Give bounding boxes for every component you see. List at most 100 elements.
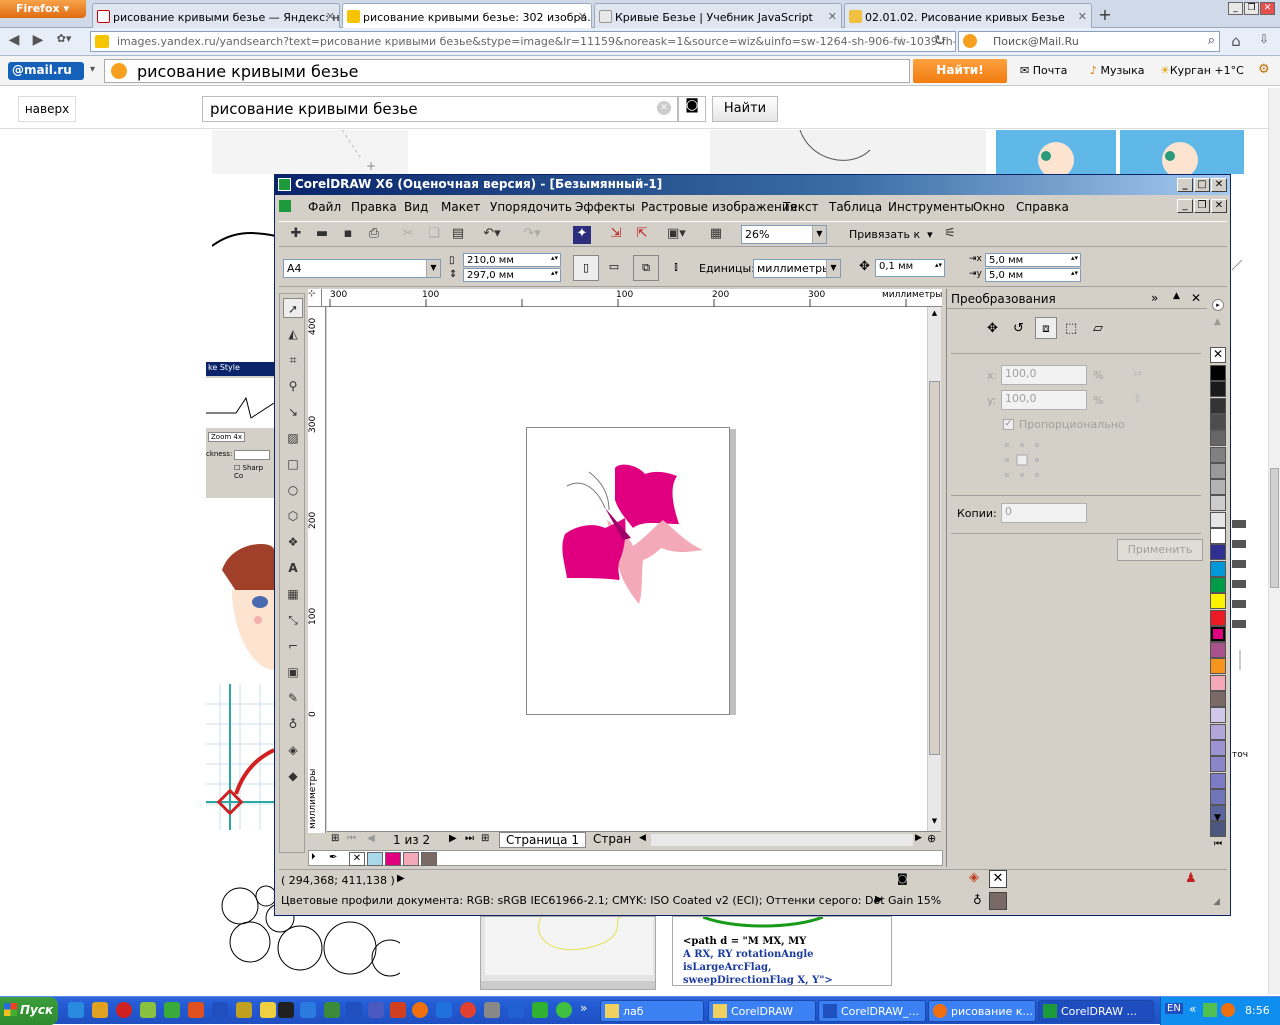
tab-yandex-images[interactable]: рисование кривыми безье: 302 изобра... ✕	[342, 3, 592, 28]
portrait-orientation-icon[interactable]: ▯	[573, 255, 599, 281]
close-button[interactable]: ✕	[1211, 178, 1227, 192]
tray-app-icon[interactable]	[1221, 1003, 1235, 1017]
palette-color-swatch[interactable]	[1210, 365, 1226, 381]
palette-color-swatch[interactable]	[1210, 756, 1226, 773]
result-thumbnail[interactable]: +	[212, 130, 408, 174]
no-color-swatch[interactable]: ✕	[1210, 347, 1226, 363]
doc-minimize-button[interactable]: _	[1177, 199, 1193, 213]
spin-icon[interactable]: ▴▾	[1071, 269, 1078, 277]
browser-search-field[interactable]: Поиск@Mail.Ru ⌕	[958, 31, 1220, 52]
doc-close-button[interactable]: ✕	[1211, 199, 1227, 213]
quicklaunch-word-icon[interactable]	[212, 1002, 228, 1018]
ellipse-tool-icon[interactable]: ○	[283, 480, 303, 500]
menu-text[interactable]: Текст	[783, 200, 819, 214]
result-thumbnail[interactable]	[211, 226, 277, 256]
position-transform-icon[interactable]: ✥	[987, 321, 998, 336]
prev-page-icon[interactable]: ◀	[367, 833, 375, 844]
palette-color-swatch[interactable]	[1210, 560, 1226, 577]
doc-restore-button[interactable]: ❐	[1194, 199, 1210, 213]
navigator-icon[interactable]: ⊕	[927, 832, 936, 845]
text-tool-icon[interactable]: A	[283, 558, 303, 578]
outline-color-box[interactable]	[989, 892, 1007, 910]
palette-color-swatch[interactable]	[1210, 479, 1226, 496]
menu-file[interactable]: Файл	[308, 200, 341, 214]
palette-color-swatch[interactable]	[1210, 381, 1226, 398]
toolbar-overflow-icon[interactable]: ⇩	[1254, 32, 1274, 52]
profiles-expand-icon[interactable]: ▶	[875, 894, 883, 905]
palette-color-swatch[interactable]	[1210, 674, 1226, 691]
copies-field[interactable]: 0	[1001, 503, 1087, 523]
page-tab-1[interactable]: Страница 1	[499, 832, 586, 848]
tab-close-icon[interactable]: ✕	[828, 10, 837, 23]
palette-color-swatch[interactable]	[1210, 511, 1226, 528]
palette-color-swatch[interactable]	[1210, 739, 1226, 756]
mail-link[interactable]: ✉ Почта	[1020, 64, 1067, 77]
back-icon[interactable]: ◀	[4, 32, 24, 52]
palette-color-swatch[interactable]	[1210, 788, 1226, 805]
page-size-combo[interactable]: A4 ▼	[283, 259, 441, 278]
quicklaunch-arrow-icon[interactable]	[532, 1002, 548, 1018]
mailru-find-button[interactable]: Найти!	[913, 59, 1007, 83]
menu-layout[interactable]: Макет	[441, 200, 480, 214]
mailru-logo[interactable]: @mail.ru	[8, 62, 84, 80]
doc-color-swatch[interactable]	[367, 852, 383, 866]
basic-shapes-tool-icon[interactable]: ❖	[283, 532, 303, 552]
size-transform-icon[interactable]: ⬚	[1065, 321, 1077, 336]
taskbar-task-coreldraw[interactable]: CorelDRAW ...	[1038, 1000, 1154, 1022]
palette-scroll-end-icon[interactable]: ⏮	[1214, 839, 1222, 849]
no-fill-swatch[interactable]: ✕	[349, 852, 365, 866]
tab-close-icon[interactable]: ✕	[326, 10, 335, 23]
palette-color-swatch[interactable]	[1210, 446, 1226, 463]
palette-scroll-up-icon[interactable]: ▲	[1214, 317, 1221, 327]
search-content-icon[interactable]: ✦	[573, 226, 591, 244]
music-link[interactable]: ♪ Музыка	[1090, 64, 1144, 77]
export-icon[interactable]: ⇱	[633, 226, 651, 244]
blend-tool-icon[interactable]: ▣	[283, 662, 303, 682]
rectangle-tool-icon[interactable]: □	[283, 454, 303, 474]
quicklaunch-green-icon[interactable]	[324, 1002, 340, 1018]
quicklaunch-app-icon[interactable]	[278, 1002, 294, 1018]
fill-indicator-icon[interactable]: ◈	[969, 870, 979, 885]
language-indicator[interactable]: EN	[1165, 1003, 1183, 1014]
palette-color-swatch[interactable]	[1210, 609, 1226, 626]
palette-color-swatch[interactable]	[1210, 723, 1226, 740]
palette-color-swatch[interactable]	[1210, 707, 1226, 724]
undo-icon[interactable]: ↶▾	[483, 226, 501, 244]
new-tab-button[interactable]: +	[1094, 5, 1116, 25]
palette-color-swatch[interactable]	[1210, 397, 1226, 414]
options-icon[interactable]: ⚟	[941, 226, 959, 244]
palette-color-swatch[interactable]	[1210, 691, 1226, 707]
skew-transform-icon[interactable]: ▱	[1093, 321, 1103, 336]
polygon-tool-icon[interactable]: ⬡	[283, 506, 303, 526]
quicklaunch-chrome-icon[interactable]	[460, 1002, 476, 1018]
mirror-horizontal-icon[interactable]: ⇔	[1133, 367, 1142, 380]
palette-color-swatch[interactable]	[1210, 625, 1226, 642]
cut-icon[interactable]: ✂	[399, 226, 417, 244]
first-page-icon[interactable]: ⏮	[347, 833, 356, 844]
quicklaunch-chat-icon[interactable]	[92, 1002, 108, 1018]
smart-fill-tool-icon[interactable]: ▨	[283, 428, 303, 448]
horizontal-ruler[interactable]: 300 100 100 200 300 миллиметры	[322, 289, 942, 307]
bookmark-star-icon[interactable]: ☆	[896, 34, 908, 49]
fill-tool-icon[interactable]: ◈	[283, 740, 303, 760]
yandex-find-button[interactable]: Найти	[712, 96, 778, 122]
spin-icon[interactable]: ▴▾	[1071, 254, 1078, 262]
menu-tools[interactable]: Инструменты	[888, 200, 974, 214]
palette-scroll-down-icon[interactable]: ▼	[1214, 813, 1221, 823]
quicklaunch-tool-icon[interactable]	[140, 1002, 156, 1018]
menu-view[interactable]: Вид	[404, 200, 428, 214]
drawing-canvas[interactable]	[327, 307, 941, 831]
scale-x-field[interactable]: 100,0	[1001, 365, 1087, 385]
quicklaunch-globe-icon[interactable]	[436, 1002, 452, 1018]
print-icon[interactable]: ⎙	[365, 226, 383, 244]
taskbar-task-coreldraw-folder[interactable]: CorelDRAW	[708, 1000, 816, 1022]
page-width-field[interactable]: 210,0 мм ▴▾	[463, 253, 561, 267]
palette-color-swatch[interactable]	[1210, 413, 1226, 430]
result-thumbnail[interactable]: ke Style Zoom 4x ckness: ☐ Sharp Co	[206, 362, 274, 498]
page-scrollbar[interactable]	[1268, 88, 1280, 994]
welcome-screen-icon[interactable]: ▦	[707, 226, 725, 244]
taskbar-task-word-doc[interactable]: CorelDRAW_...	[818, 1000, 926, 1022]
scrollbar-thumb[interactable]	[929, 381, 940, 755]
firefox-menu-button[interactable]: Firefox ▾	[0, 0, 86, 18]
quicklaunch-blue-icon[interactable]	[368, 1002, 384, 1018]
